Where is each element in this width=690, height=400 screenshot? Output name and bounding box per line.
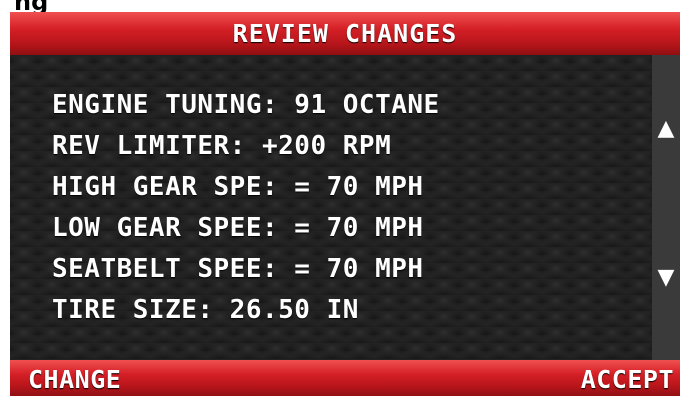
settings-list: ENGINE TUNING: 91 OCTANE REV LIMITER: +2… <box>52 85 440 331</box>
screen-title: REVIEW CHANGES <box>232 19 458 48</box>
header-bar: REVIEW CHANGES <box>10 12 680 55</box>
accept-button[interactable]: ACCEPT <box>581 360 674 396</box>
setting-engine-tuning: ENGINE TUNING: 91 OCTANE <box>52 90 440 120</box>
setting-low-gear-speed: LOW GEAR SPEE: = 70 MPH <box>52 213 424 243</box>
setting-tire-size: TIRE SIZE: 26.50 IN <box>52 295 359 325</box>
setting-seatbelt-speed: SEATBELT SPEE: = 70 MPH <box>52 254 424 284</box>
setting-rev-limiter: REV LIMITER: +200 RPM <box>52 131 392 161</box>
change-button[interactable]: CHANGE <box>28 360 121 396</box>
settings-panel: ENGINE TUNING: 91 OCTANE REV LIMITER: +2… <box>10 55 652 360</box>
setting-high-gear-speed: HIGH GEAR SPE: = 70 MPH <box>52 172 424 202</box>
footer-bar: CHANGE ACCEPT <box>10 360 680 396</box>
scroll-down-icon[interactable]: ▼ <box>652 257 680 297</box>
device-screen: REVIEW CHANGES ENGINE TUNING: 91 OCTANE … <box>10 12 680 396</box>
scroll-bar[interactable]: ▲ ▼ <box>652 55 680 360</box>
scroll-up-icon[interactable]: ▲ <box>652 108 680 148</box>
